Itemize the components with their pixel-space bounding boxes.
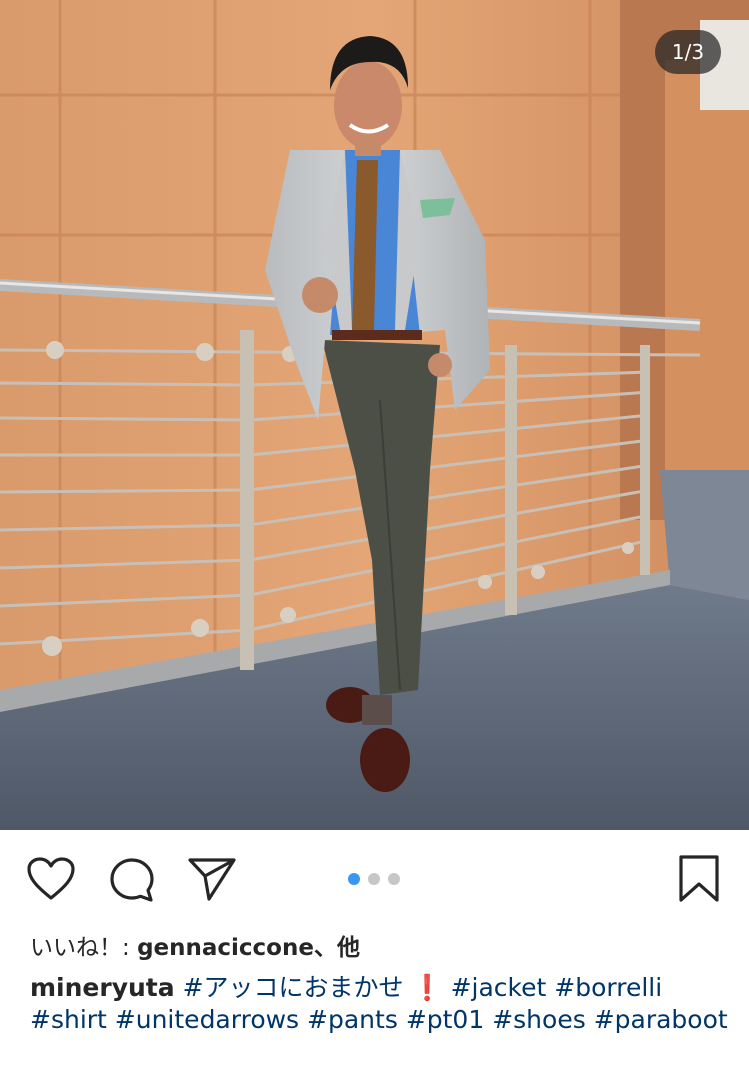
comment-icon (110, 858, 154, 902)
share-button[interactable] (187, 856, 237, 906)
hashtag-link[interactable]: #アッコにおまかせ (183, 973, 404, 1002)
likes-prefix: いいね！: (30, 935, 138, 961)
hashtag-link[interactable]: #paraboot (594, 1005, 728, 1034)
post-caption: mineryuta #アッコにおまかせ ❗ #jacket #borrelli … (30, 972, 730, 1036)
hashtag-link[interactable]: #shirt (30, 1005, 107, 1034)
send-icon (188, 858, 236, 901)
photo-illustration (0, 0, 749, 830)
hashtag-link[interactable]: #jacket (451, 973, 547, 1002)
save-button[interactable] (678, 854, 720, 908)
carousel-dot (368, 873, 380, 885)
likes-others-link[interactable]: 、他 (314, 935, 360, 961)
carousel-indicator (348, 873, 400, 885)
post-photo[interactable]: 1/3 (0, 0, 749, 830)
carousel-dot (388, 873, 400, 885)
likes-user-link[interactable]: gennaciccone (137, 935, 314, 961)
heart-icon (27, 857, 75, 900)
comment-button[interactable] (108, 856, 156, 908)
hashtag-link[interactable]: #pt01 (406, 1005, 484, 1034)
carousel-dot-active (348, 873, 360, 885)
likes-line: いいね！: gennaciccone、他 (30, 928, 360, 962)
hashtag-link[interactable]: #borrelli (554, 973, 662, 1002)
hashtag-link[interactable]: #unitedarrows (115, 1005, 299, 1034)
hashtag-link[interactable]: #pants (307, 1005, 398, 1034)
image-counter: 1/3 (655, 30, 721, 74)
hashtag-link[interactable]: #shoes (492, 1005, 586, 1034)
caption-username[interactable]: mineryuta (30, 973, 175, 1002)
exclamation-emoji: ❗ (411, 973, 443, 1002)
like-button[interactable] (26, 856, 76, 906)
bookmark-icon (679, 855, 719, 902)
